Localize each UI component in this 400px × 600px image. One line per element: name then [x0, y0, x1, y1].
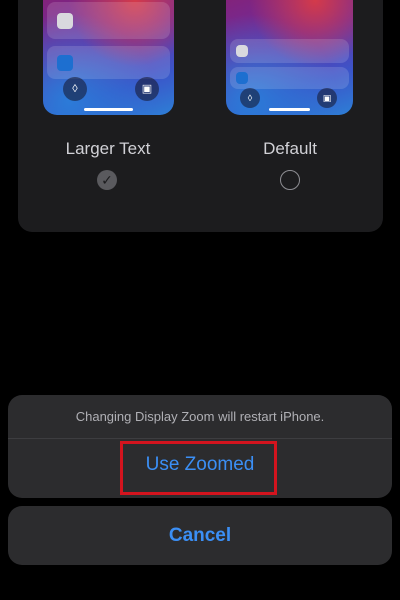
preview-widget-row: [230, 39, 349, 63]
cancel-button[interactable]: Cancel: [8, 506, 392, 565]
action-sheet-message: Changing Display Zoom will restart iPhon…: [75, 409, 325, 424]
home-indicator: [269, 108, 310, 111]
display-zoom-screen: ◊ ▣ ◊ ▣ Larger Text Default ✓ Changing D…: [0, 0, 400, 600]
option-label-larger-text: Larger Text: [65, 139, 151, 158]
default-preview[interactable]: ◊ ▣: [226, 0, 353, 115]
preview-widget-row: [230, 67, 349, 89]
widget-square: [57, 13, 73, 29]
preview-widget-row: [47, 2, 170, 39]
radio-default[interactable]: [280, 170, 300, 190]
preview-widget-row: [47, 46, 170, 79]
widget-square: [236, 45, 248, 57]
camera-icon: ▣: [317, 88, 337, 108]
widget-square: [57, 55, 73, 71]
radio-larger-text-checkmark-icon[interactable]: ✓: [97, 170, 117, 190]
highlight-annotation-box: [120, 441, 277, 495]
camera-icon: ▣: [135, 77, 159, 101]
larger-text-preview[interactable]: ◊ ▣: [43, 0, 174, 115]
option-label-default: Default: [263, 139, 317, 158]
widget-square: [236, 72, 248, 84]
flashlight-icon: ◊: [63, 77, 87, 101]
home-indicator: [84, 108, 133, 111]
display-zoom-options-card: ◊ ▣ ◊ ▣ Larger Text Default ✓: [18, 0, 383, 232]
flashlight-icon: ◊: [240, 88, 260, 108]
